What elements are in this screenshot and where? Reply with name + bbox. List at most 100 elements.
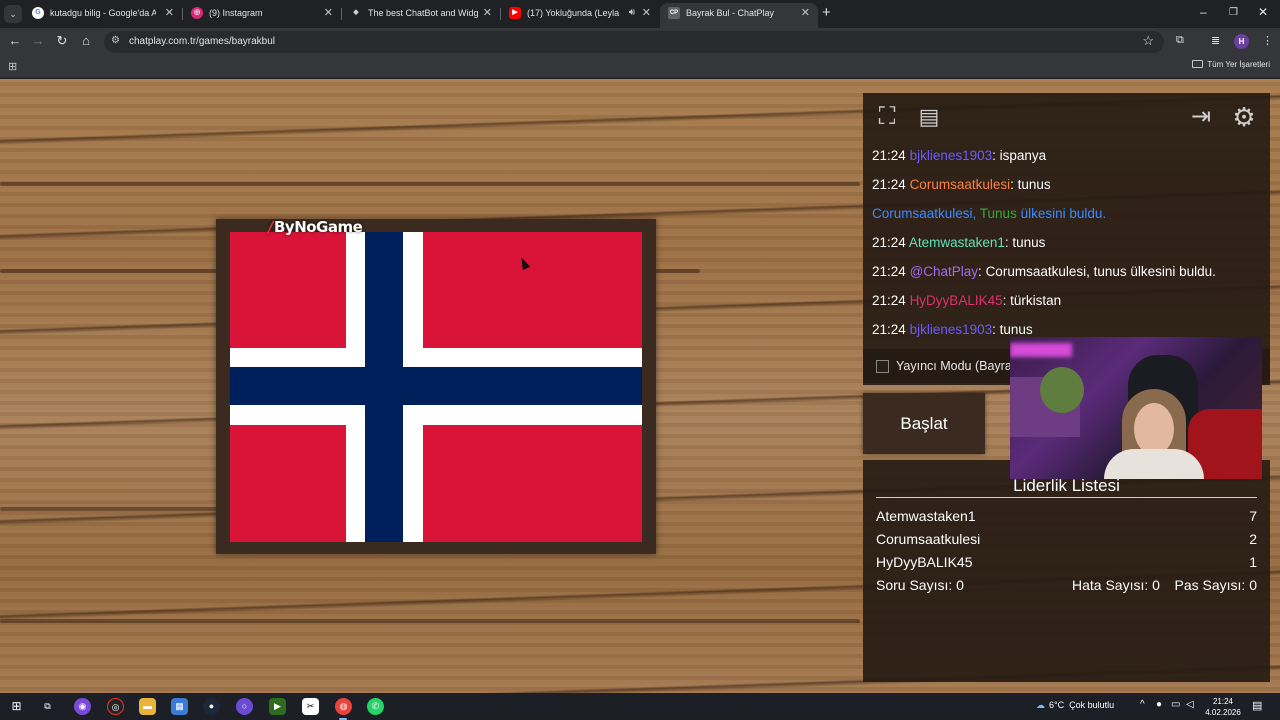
close-tab-icon[interactable]: ✕ <box>642 6 651 19</box>
webcam-overlay <box>1010 337 1262 479</box>
chatplay-icon: CP <box>668 7 680 19</box>
chat-message: 21:24 HyDyyBALIK45: türkistan <box>872 293 1062 308</box>
flag-frame: /ByNoGame <box>216 218 656 554</box>
leaderboard-row: Atemwastaken1 7 <box>876 508 1257 524</box>
back-button[interactable]: ← <box>6 33 24 48</box>
app-icon[interactable]: ◎ <box>107 698 124 715</box>
close-tab-icon[interactable]: ✕ <box>801 6 810 19</box>
tab-strip: ⌄ G kutadgu bilig - Google'da Ara ✕ ◎ (9… <box>0 0 1280 28</box>
cloud-icon: ☁ <box>1036 700 1045 710</box>
bynogame-logo-text: ByNoGame <box>273 218 363 236</box>
bolt-icon: / <box>268 218 273 236</box>
streamer-mode-label: Yayıncı Modu (Bayra <box>896 359 1012 373</box>
reload-button[interactable]: ↻ <box>53 33 71 49</box>
restore-button[interactable]: ❐ <box>1229 7 1238 18</box>
error-count: Hata Sayısı: 0 <box>1072 577 1160 593</box>
site-info-icon[interactable]: ⚙︎ <box>111 35 120 46</box>
chat-message: 21:24 Corumsaatkulesi: tunus <box>872 177 1051 192</box>
tab-title: kutadgu bilig - Google'da Ara <box>50 8 156 18</box>
pass-count: Pas Sayısı: 0 <box>1174 577 1257 593</box>
taskbar-clock[interactable]: 21:24 4.02.2026 <box>1204 696 1242 718</box>
clock-time: 21:24 <box>1212 697 1234 706</box>
extensions-icon[interactable]: ⧉ <box>1176 34 1184 47</box>
leaderboard-row: HyDyyBALIK45 1 <box>876 554 1257 570</box>
tab-title: (9) Instagram <box>209 8 263 18</box>
menu-kebab-icon[interactable]: ⋮ <box>1262 34 1273 47</box>
forward-button[interactable]: → <box>29 33 47 48</box>
address-bar[interactable]: ⚙︎ chatplay.com.tr/games/bayrakbul ☆ <box>104 31 1164 53</box>
app-icon[interactable]: ◉ <box>74 698 91 715</box>
task-view-icon[interactable]: ⧉ <box>39 698 56 715</box>
close-tab-icon[interactable]: ✕ <box>483 6 492 19</box>
tab-search-button[interactable]: ⌄ <box>4 5 22 23</box>
wood-grain <box>0 619 860 623</box>
notes-icon[interactable]: ▤ <box>913 101 945 133</box>
windows-start-icon[interactable]: ⊞ <box>8 698 25 715</box>
home-button[interactable]: ⌂ <box>77 33 95 48</box>
app-icon[interactable]: ○ <box>236 698 253 715</box>
volume-icon[interactable]: ◁ <box>1186 699 1194 710</box>
streamer-mode-checkbox[interactable] <box>876 360 889 373</box>
chat-message: 21:24 bjklienes1903: ispanya <box>872 148 1047 163</box>
exit-icon[interactable]: ⇥ <box>1185 101 1217 133</box>
media-controls-icon[interactable]: ≣ <box>1211 34 1220 47</box>
clock-date: 4.02.2026 <box>1205 708 1241 717</box>
network-icon[interactable]: ▭ <box>1171 699 1180 710</box>
all-bookmarks-button[interactable]: Tüm Yer İşaretleri <box>1192 60 1270 69</box>
profile-avatar[interactable]: H <box>1234 34 1249 49</box>
bookmarks-bar: ⊞ Tüm Yer İşaretleri <box>0 56 1280 78</box>
microphone-icon[interactable]: ● <box>1156 699 1162 710</box>
start-button[interactable]: Başlat <box>863 393 985 454</box>
player-score: 1 <box>1249 554 1257 570</box>
weather-widget[interactable]: ☁ 6°C Çok bulutlu <box>1036 700 1114 711</box>
leaderboard-panel: Liderlik Listesi Atemwastaken1 7 Corumsa… <box>863 460 1270 682</box>
windows-taskbar: ⊞ ⧉ ◉ ◎ ▬ ▦ ● ○ ▶ ✂ ◍ ✆ ☁ 6°C Çok bulutlu… <box>0 693 1280 720</box>
close-tab-icon[interactable]: ✕ <box>324 6 333 19</box>
diamond-icon: ◆ <box>353 9 359 16</box>
instagram-icon: ◎ <box>191 7 203 19</box>
chrome-icon[interactable]: ◍ <box>335 698 352 715</box>
new-tab-button[interactable]: + <box>822 4 831 21</box>
player-name: Atemwastaken1 <box>876 508 976 524</box>
steam-icon[interactable]: ● <box>203 698 220 715</box>
audio-playing-icon[interactable]: 🔊︎ <box>629 7 635 18</box>
tray-chevron-icon[interactable]: ^ <box>1140 699 1145 710</box>
game-page: /ByNoGame ⛶ ▤ ⇥ ⚙︎ 21:24 bjklienes1903: … <box>0 79 1280 693</box>
file-explorer-icon[interactable]: ▬ <box>139 698 156 715</box>
tab-chatbot-widgets[interactable]: ◆ The best ChatBot and Widgets ✕ <box>342 3 500 25</box>
apps-grid-icon[interactable]: ⊞ <box>8 60 17 73</box>
url-text[interactable]: chatplay.com.tr/games/bayrakbul <box>129 36 275 47</box>
minimize-button[interactable]: – <box>1200 5 1207 19</box>
tab-bayrak-bul[interactable]: CP Bayrak Bul - ChatPlay ✕ <box>660 3 818 28</box>
divider <box>876 497 1257 498</box>
settings-gear-icon[interactable]: ⚙︎ <box>1228 101 1260 133</box>
leaderboard-title: Liderlik Listesi <box>1013 476 1120 495</box>
wood-grain <box>0 182 860 186</box>
player-name: HyDyyBALIK45 <box>876 554 973 570</box>
bookmark-star-icon[interactable]: ☆ <box>1142 33 1154 49</box>
chat-message: 21:24 @ChatPlay: Corumsaatkulesi, tunus … <box>872 264 1216 279</box>
tab-youtube[interactable]: ▶ (17) Yokluğunda (Leyla The 🔊︎ ✕ <box>501 3 659 25</box>
capcut-icon[interactable]: ✂ <box>302 698 319 715</box>
whatsapp-icon[interactable]: ✆ <box>367 698 384 715</box>
tab-title: (17) Yokluğunda (Leyla The <box>527 8 621 18</box>
tab-title: Bayrak Bul - ChatPlay <box>686 8 775 18</box>
tab-google-search[interactable]: G kutadgu bilig - Google'da Ara ✕ <box>24 3 182 25</box>
close-window-button[interactable]: ✕ <box>1258 5 1268 19</box>
browser-toolbar: ← → ↻ ⌂ ⚙︎ chatplay.com.tr/games/bayrakb… <box>0 28 1280 56</box>
fullscreen-icon[interactable]: ⛶ <box>871 101 903 133</box>
tab-instagram[interactable]: ◎ (9) Instagram ✕ <box>183 3 341 25</box>
store-icon[interactable]: ▦ <box>171 698 188 715</box>
player-name: Corumsaatkulesi <box>876 531 981 547</box>
close-tab-icon[interactable]: ✕ <box>165 6 174 19</box>
google-icon: G <box>32 7 44 19</box>
weather-desc: Çok bulutlu <box>1069 700 1115 710</box>
flag-image-norway <box>230 232 642 542</box>
question-count: Soru Sayısı: 0 <box>876 577 964 593</box>
folder-icon <box>1192 60 1204 68</box>
chat-message: 21:24 Atemwastaken1: tunus <box>872 235 1046 250</box>
notification-icon[interactable]: ▤ <box>1252 699 1262 712</box>
bynogame-logo: /ByNoGame <box>268 218 363 236</box>
app-icon[interactable]: ▶ <box>269 698 286 715</box>
all-bookmarks-label: Tüm Yer İşaretleri <box>1207 60 1270 69</box>
